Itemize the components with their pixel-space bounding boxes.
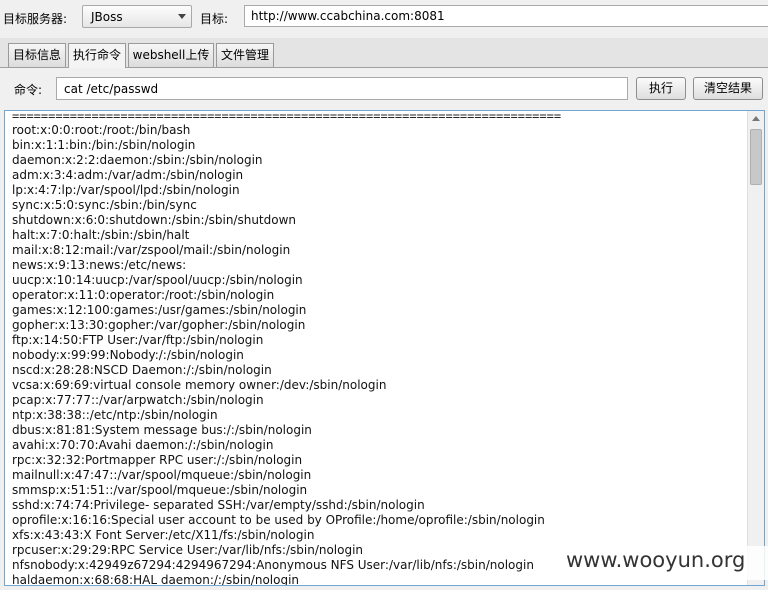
output-line: shutdown:x:6:0:shutdown:/sbin:/sbin/shut… <box>12 213 297 227</box>
output-line: sync:x:5:0:sync:/sbin:/bin/sync <box>12 198 197 212</box>
server-select-value: JBoss <box>91 10 123 24</box>
output-line: operator:x:11:0:operator:/root:/sbin/nol… <box>12 288 275 302</box>
tab-strip: 目标信息 执行命令 webshell上传 文件管理 <box>0 38 768 68</box>
output-line: rpc:x:32:32:Portmapper RPC user:/:/sbin/… <box>12 453 303 467</box>
command-label: 命令: <box>14 83 43 97</box>
execute-button[interactable]: 执行 <box>636 77 686 100</box>
top-toolbar: 目标服务器: JBoss 目标: http://www.ccabchina.co… <box>0 0 768 36</box>
output-line: nobody:x:99:99:Nobody:/:/sbin/nologin <box>12 348 244 362</box>
output-line: oprofile:x:16:16:Special user account to… <box>12 513 545 527</box>
output-lines: root:x:0:0:root:/root:/bin/bash bin:x:1:1… <box>12 123 742 585</box>
target-url-input[interactable]: http://www.ccabchina.com:8081 <box>244 5 768 27</box>
tab-exec-command[interactable]: 执行命令 <box>68 43 126 68</box>
tab-webshell-upload[interactable]: webshell上传 <box>128 43 214 67</box>
watermark: www.wooyun.org <box>562 546 768 580</box>
output-line: mail:x:8:12:mail:/var/zspool/mail:/sbin/… <box>12 243 291 257</box>
output-line: uucp:x:10:14:uucp:/var/spool/uucp:/sbin/… <box>12 273 303 287</box>
clear-results-button[interactable]: 清空结果 <box>693 77 763 100</box>
vertical-scrollbar[interactable] <box>747 111 764 585</box>
tab-file-manager[interactable]: 文件管理 <box>216 43 274 67</box>
output-line: daemon:x:2:2:daemon:/sbin:/sbin/nologin <box>12 153 263 167</box>
output-line: xfs:x:43:43:X Font Server:/etc/X11/fs:/s… <box>12 528 315 542</box>
output-line: root:x:0:0:root:/root:/bin/bash <box>12 123 191 137</box>
tab-target-info[interactable]: 目标信息 <box>8 43 66 67</box>
output-line: ntp:x:38:38::/etc/ntp:/sbin/nologin <box>12 408 218 422</box>
output-line: lp:x:4:7:lp:/var/spool/lpd:/sbin/nologin <box>12 183 240 197</box>
output-line: nscd:x:28:28:NSCD Daemon:/:/sbin/nologin <box>12 363 272 377</box>
output-line: games:x:12:100:games:/usr/games:/sbin/no… <box>12 303 307 317</box>
output-line: adm:x:3:4:adm:/var/adm:/sbin/nologin <box>12 168 244 182</box>
chevron-down-icon <box>178 14 186 19</box>
output-line: avahi:x:70:70:Avahi daemon:/:/sbin/nolog… <box>12 438 274 452</box>
output-line: pcap:x:77:77::/var/arpwatch:/sbin/nologi… <box>12 393 264 407</box>
output-line: ftp:x:14:50:FTP User:/var/ftp:/sbin/nolo… <box>12 333 264 347</box>
scrollbar-thumb[interactable] <box>750 129 762 185</box>
command-input[interactable]: cat /etc/passwd <box>56 77 628 100</box>
output-line: smmsp:x:51:51::/var/spool/mqueue:/sbin/n… <box>12 483 308 497</box>
server-select[interactable]: JBoss <box>82 5 192 28</box>
server-label: 目标服务器: <box>3 12 68 26</box>
output-line: sshd:x:74:74:Privilege- separated SSH:/v… <box>12 498 425 512</box>
output-textarea[interactable]: ========================================… <box>4 110 765 586</box>
scroll-up-icon[interactable] <box>752 116 760 121</box>
output-separator: ========================================… <box>12 111 562 120</box>
output-line: mailnull:x:47:47::/var/spool/mqueue:/sbi… <box>12 468 312 482</box>
output-line: vcsa:x:69:69:virtual console memory owne… <box>12 378 387 392</box>
output-line: halt:x:7:0:halt:/sbin:/sbin/halt <box>12 228 190 242</box>
output-line: news:x:9:13:news:/etc/news: <box>12 258 187 272</box>
target-label: 目标: <box>200 12 229 26</box>
output-line: dbus:x:81:81:System message bus:/:/sbin/… <box>12 423 312 437</box>
output-line: bin:x:1:1:bin:/bin:/sbin/nologin <box>12 138 196 152</box>
output-line: gopher:x:13:30:gopher:/var/gopher:/sbin/… <box>12 318 306 332</box>
